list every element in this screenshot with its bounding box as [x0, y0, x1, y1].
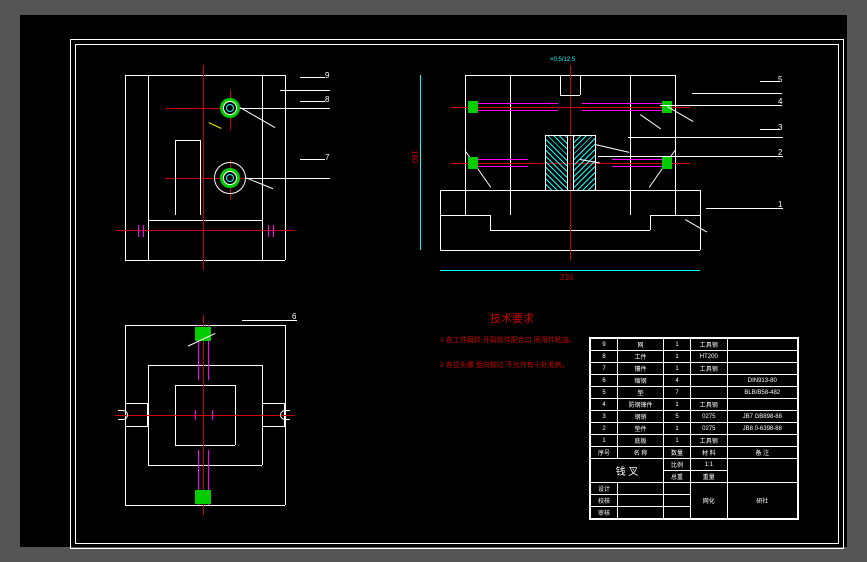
callout-2: 2: [778, 148, 782, 157]
cad-canvas[interactable]: 9 8 7: [20, 15, 847, 547]
bolt-upper-right: [572, 101, 672, 113]
notes-line1: 1 各工件磨损 开裂软件配合口 同用件粘油。: [440, 335, 576, 345]
bolt-head-bottom: [195, 490, 211, 504]
product-name: 钱 叉: [591, 459, 664, 483]
hatch-right: [573, 135, 595, 190]
notes-title: 技术要求: [490, 310, 534, 326]
callout-5: 5: [778, 75, 782, 84]
callout-3: 3: [778, 123, 782, 132]
callout-1: 1: [778, 200, 782, 209]
parts-list-titleblock: 9网1工具钢 8工件1HT200 7镶件1工具钢 6缩钢4DIN913-80 5…: [589, 337, 799, 520]
callout-9: 9: [325, 71, 329, 80]
hatch-left: [545, 135, 567, 190]
dim-190: 190: [410, 150, 419, 163]
bolt-upper-left: [468, 101, 568, 113]
runout-label: ×0.5/12.5: [550, 57, 575, 63]
notes-line2: 2 各位头螺 盘向软过 不允许有十处毛刺。: [440, 360, 569, 370]
callout-7: 7: [325, 153, 329, 162]
parts-table: 9网1工具钢 8工件1HT200 7镶件1工具钢 6缩钢4DIN913-80 5…: [590, 338, 798, 519]
dim-216: 216: [560, 273, 573, 282]
bolt-lower-left: [468, 157, 538, 169]
callout-8: 8: [325, 95, 329, 104]
bolt-lower-right: [602, 157, 672, 169]
callout-4: 4: [778, 97, 782, 106]
callout-6: 6: [292, 312, 296, 321]
